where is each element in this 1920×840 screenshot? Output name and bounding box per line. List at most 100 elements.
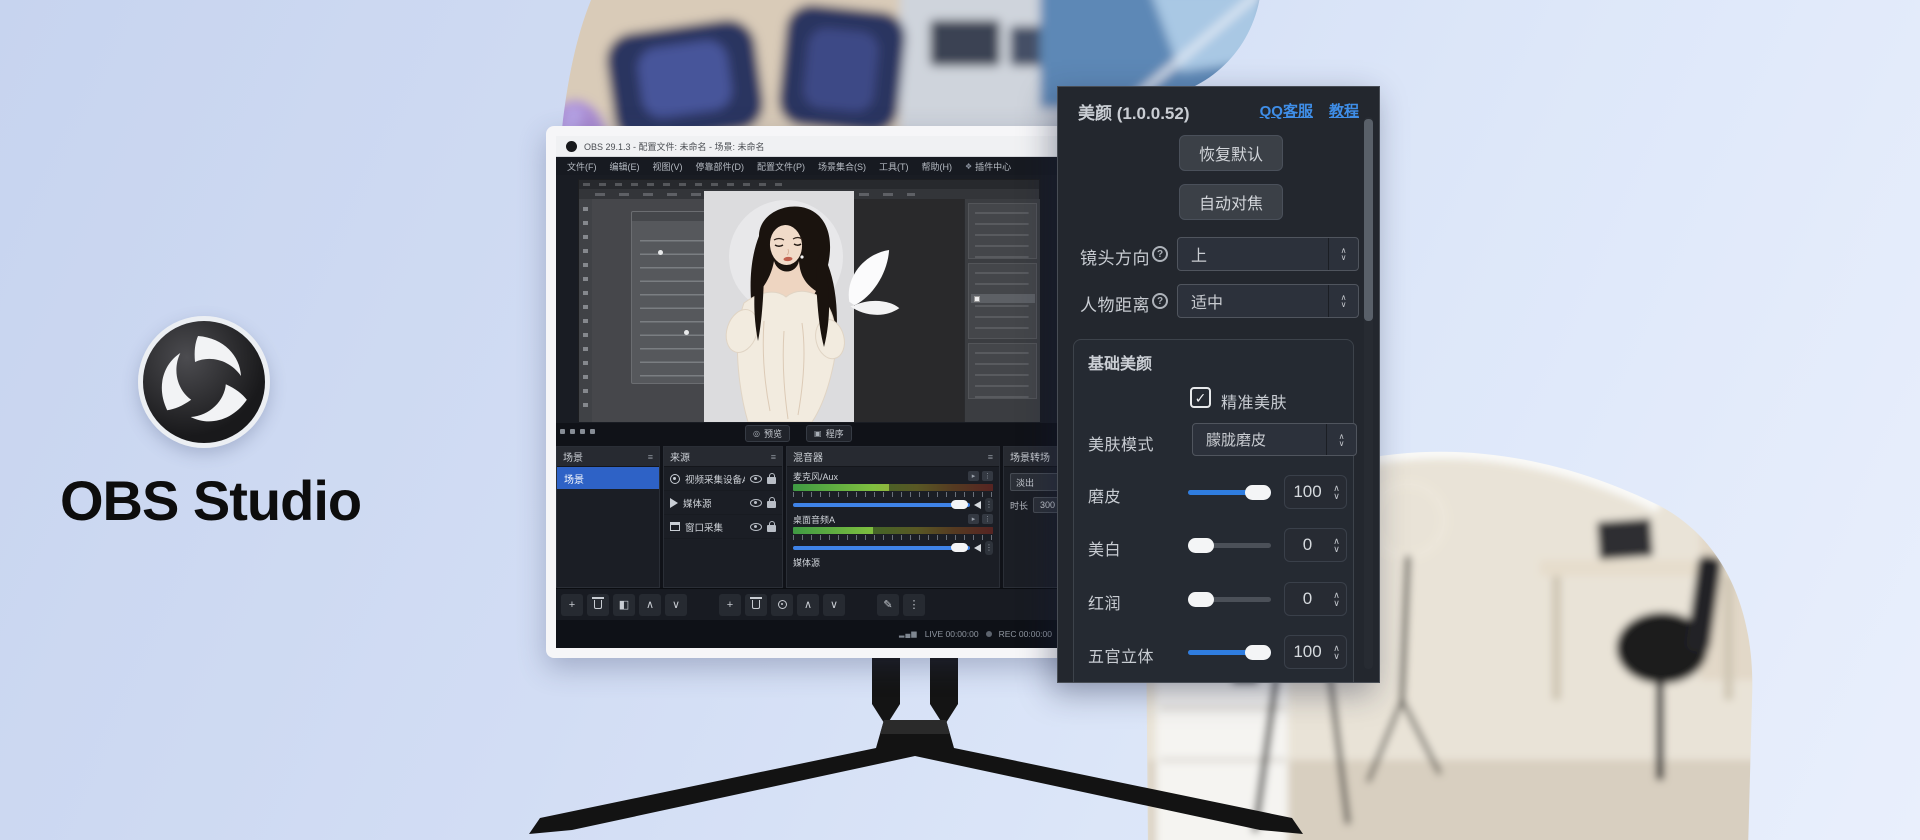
mixer-edit-button[interactable]: ✎	[877, 594, 899, 616]
smoothing-slider[interactable]	[1188, 490, 1271, 495]
source-item[interactable]: 媒体源	[664, 491, 782, 515]
ps-titlebar	[579, 180, 1039, 189]
face-3d-value[interactable]: 100 ∧∨	[1284, 635, 1347, 669]
slider-thumb[interactable]	[1245, 645, 1271, 660]
slider-thumb[interactable]	[1188, 538, 1214, 553]
camera-icon	[670, 474, 680, 484]
visibility-eye-icon[interactable]	[750, 523, 762, 531]
captured-photoshop-window	[578, 179, 1040, 421]
menu-plugin-center[interactable]: ❖ 插件中心	[965, 160, 1011, 173]
panel-scrollbar[interactable]	[1364, 117, 1373, 669]
ps-layer-swatch	[974, 296, 980, 302]
mixer-dock-title: 混音器 ≡	[787, 447, 999, 467]
window-icon	[670, 522, 680, 531]
volume-slider[interactable]	[793, 546, 970, 550]
person-distance-select[interactable]: 适中 ∧∨	[1177, 284, 1359, 318]
source-down-button[interactable]: ∨	[823, 594, 845, 616]
rosy-value[interactable]: 0 ∧∨	[1284, 582, 1347, 616]
audio-meter	[793, 484, 993, 491]
skin-mode-label: 美肤模式	[1088, 431, 1154, 455]
slider-thumb[interactable]	[1188, 592, 1214, 607]
scenes-dock-title: 场景 ≡	[557, 447, 659, 467]
menu-help[interactable]: 帮助(H)	[922, 160, 953, 173]
qq-support-link[interactable]: QQ客服	[1260, 100, 1313, 121]
whitening-value[interactable]: 0 ∧∨	[1284, 528, 1347, 562]
mixer-dock: 混音器 ≡ 麦克风/Aux ▸⋮ ⋮	[786, 446, 1000, 588]
preview-controls-cluster	[560, 429, 595, 434]
slider-thumb[interactable]	[1245, 485, 1271, 500]
preview-chip[interactable]: ◎ 预览	[745, 425, 790, 442]
spinner-arrows-icon[interactable]: ∧∨	[1330, 591, 1346, 607]
rec-dot-icon	[986, 631, 992, 637]
menu-scene-collection[interactable]: 场景集合(S)	[818, 160, 866, 173]
restore-default-button[interactable]: 恢复默认	[1179, 135, 1283, 171]
skin-mode-select[interactable]: 朦胧磨皮 ∧∨	[1192, 423, 1357, 456]
menu-edit[interactable]: 编辑(E)	[610, 160, 640, 173]
add-scene-button[interactable]: +	[561, 594, 583, 616]
spinner-arrows-icon[interactable]: ∧∨	[1330, 537, 1346, 553]
remove-scene-button[interactable]	[587, 594, 609, 616]
person-distance-label: 人物距离	[1080, 291, 1150, 316]
add-source-button[interactable]: +	[719, 594, 741, 616]
visibility-eye-icon[interactable]	[750, 475, 762, 483]
tutorial-link[interactable]: 教程	[1329, 100, 1359, 121]
help-icon[interactable]: ?	[1152, 246, 1168, 262]
white-leaf-prop	[841, 246, 913, 318]
dock-menu-icon[interactable]: ≡	[988, 452, 993, 462]
scenes-dock: 场景 ≡ 场景	[556, 446, 660, 588]
spinner-arrows-icon[interactable]: ∧∨	[1328, 285, 1358, 317]
obs-window-title: OBS 29.1.3 - 配置文件: 未命名 - 场景: 未命名	[584, 140, 765, 153]
mixer-channel-label: 麦克风/Aux	[793, 470, 838, 483]
spinner-arrows-icon[interactable]: ∧∨	[1330, 644, 1346, 660]
autofocus-button[interactable]: 自动对焦	[1179, 184, 1283, 220]
scene-item-selected[interactable]: 场景	[557, 467, 659, 489]
ps-tool-strip	[579, 199, 592, 422]
mixer-channel-overflow: 媒体源	[787, 553, 999, 567]
lock-icon[interactable]	[767, 525, 776, 532]
mixer-channel: 麦克风/Aux ▸⋮ ⋮	[787, 467, 999, 510]
menu-view[interactable]: 视图(V)	[653, 160, 683, 173]
whitening-label: 美白	[1088, 536, 1121, 560]
scene-filters-button[interactable]: ◧	[613, 594, 635, 616]
speaker-icon[interactable]	[974, 544, 981, 552]
rosy-slider[interactable]	[1188, 597, 1271, 602]
source-item[interactable]: 视频采集设备A	[664, 467, 782, 491]
meter-ticks	[793, 535, 993, 540]
lock-icon[interactable]	[767, 477, 776, 484]
mixer-options-button[interactable]: ⋮	[903, 594, 925, 616]
volume-icon[interactable]: ▸	[968, 514, 979, 524]
channel-menu-icon[interactable]: ⋮	[982, 514, 993, 524]
precise-skin-checkbox[interactable]: ✓	[1190, 387, 1211, 408]
dock-menu-icon[interactable]: ≡	[648, 452, 653, 462]
help-icon[interactable]: ?	[1152, 293, 1168, 309]
source-up-button[interactable]: ∧	[797, 594, 819, 616]
rosy-label: 红润	[1088, 590, 1121, 614]
spinner-arrows-icon[interactable]: ∧∨	[1330, 484, 1346, 500]
source-item[interactable]: 窗口采集	[664, 515, 782, 539]
beauty-filter-panel: 美颜 (1.0.0.52) QQ客服 教程 恢复默认 自动对焦 镜头方向 ? 上…	[1057, 86, 1380, 683]
visibility-eye-icon[interactable]	[750, 499, 762, 507]
scene-up-button[interactable]: ∧	[639, 594, 661, 616]
remove-source-button[interactable]	[745, 594, 767, 616]
channel-menu-icon[interactable]: ⋮	[982, 471, 993, 481]
volume-icon[interactable]: ▸	[968, 471, 979, 481]
source-properties-button[interactable]	[771, 594, 793, 616]
spinner-arrows-icon[interactable]: ∧∨	[1328, 238, 1358, 270]
face-3d-slider[interactable]	[1188, 650, 1271, 655]
smoothing-value[interactable]: 100 ∧∨	[1284, 475, 1347, 509]
scrollbar-thumb[interactable]	[1364, 119, 1373, 321]
scene-down-button[interactable]: ∨	[665, 594, 687, 616]
sources-dock-title: 来源 ≡	[664, 447, 782, 467]
whitening-slider[interactable]	[1188, 543, 1271, 548]
menu-file[interactable]: 文件(F)	[567, 160, 597, 173]
lens-direction-select[interactable]: 上 ∧∨	[1177, 237, 1359, 271]
speaker-icon[interactable]	[974, 501, 981, 509]
spinner-arrows-icon[interactable]: ∧∨	[1326, 424, 1356, 455]
menu-profile[interactable]: 配置文件(P)	[757, 160, 805, 173]
volume-slider[interactable]	[793, 503, 970, 507]
dock-menu-icon[interactable]: ≡	[771, 452, 776, 462]
program-chip[interactable]: ▣ 程序	[806, 425, 852, 442]
menu-docks[interactable]: 停靠部件(D)	[696, 160, 745, 173]
menu-tools[interactable]: 工具(T)	[879, 160, 909, 173]
lock-icon[interactable]	[767, 501, 776, 508]
